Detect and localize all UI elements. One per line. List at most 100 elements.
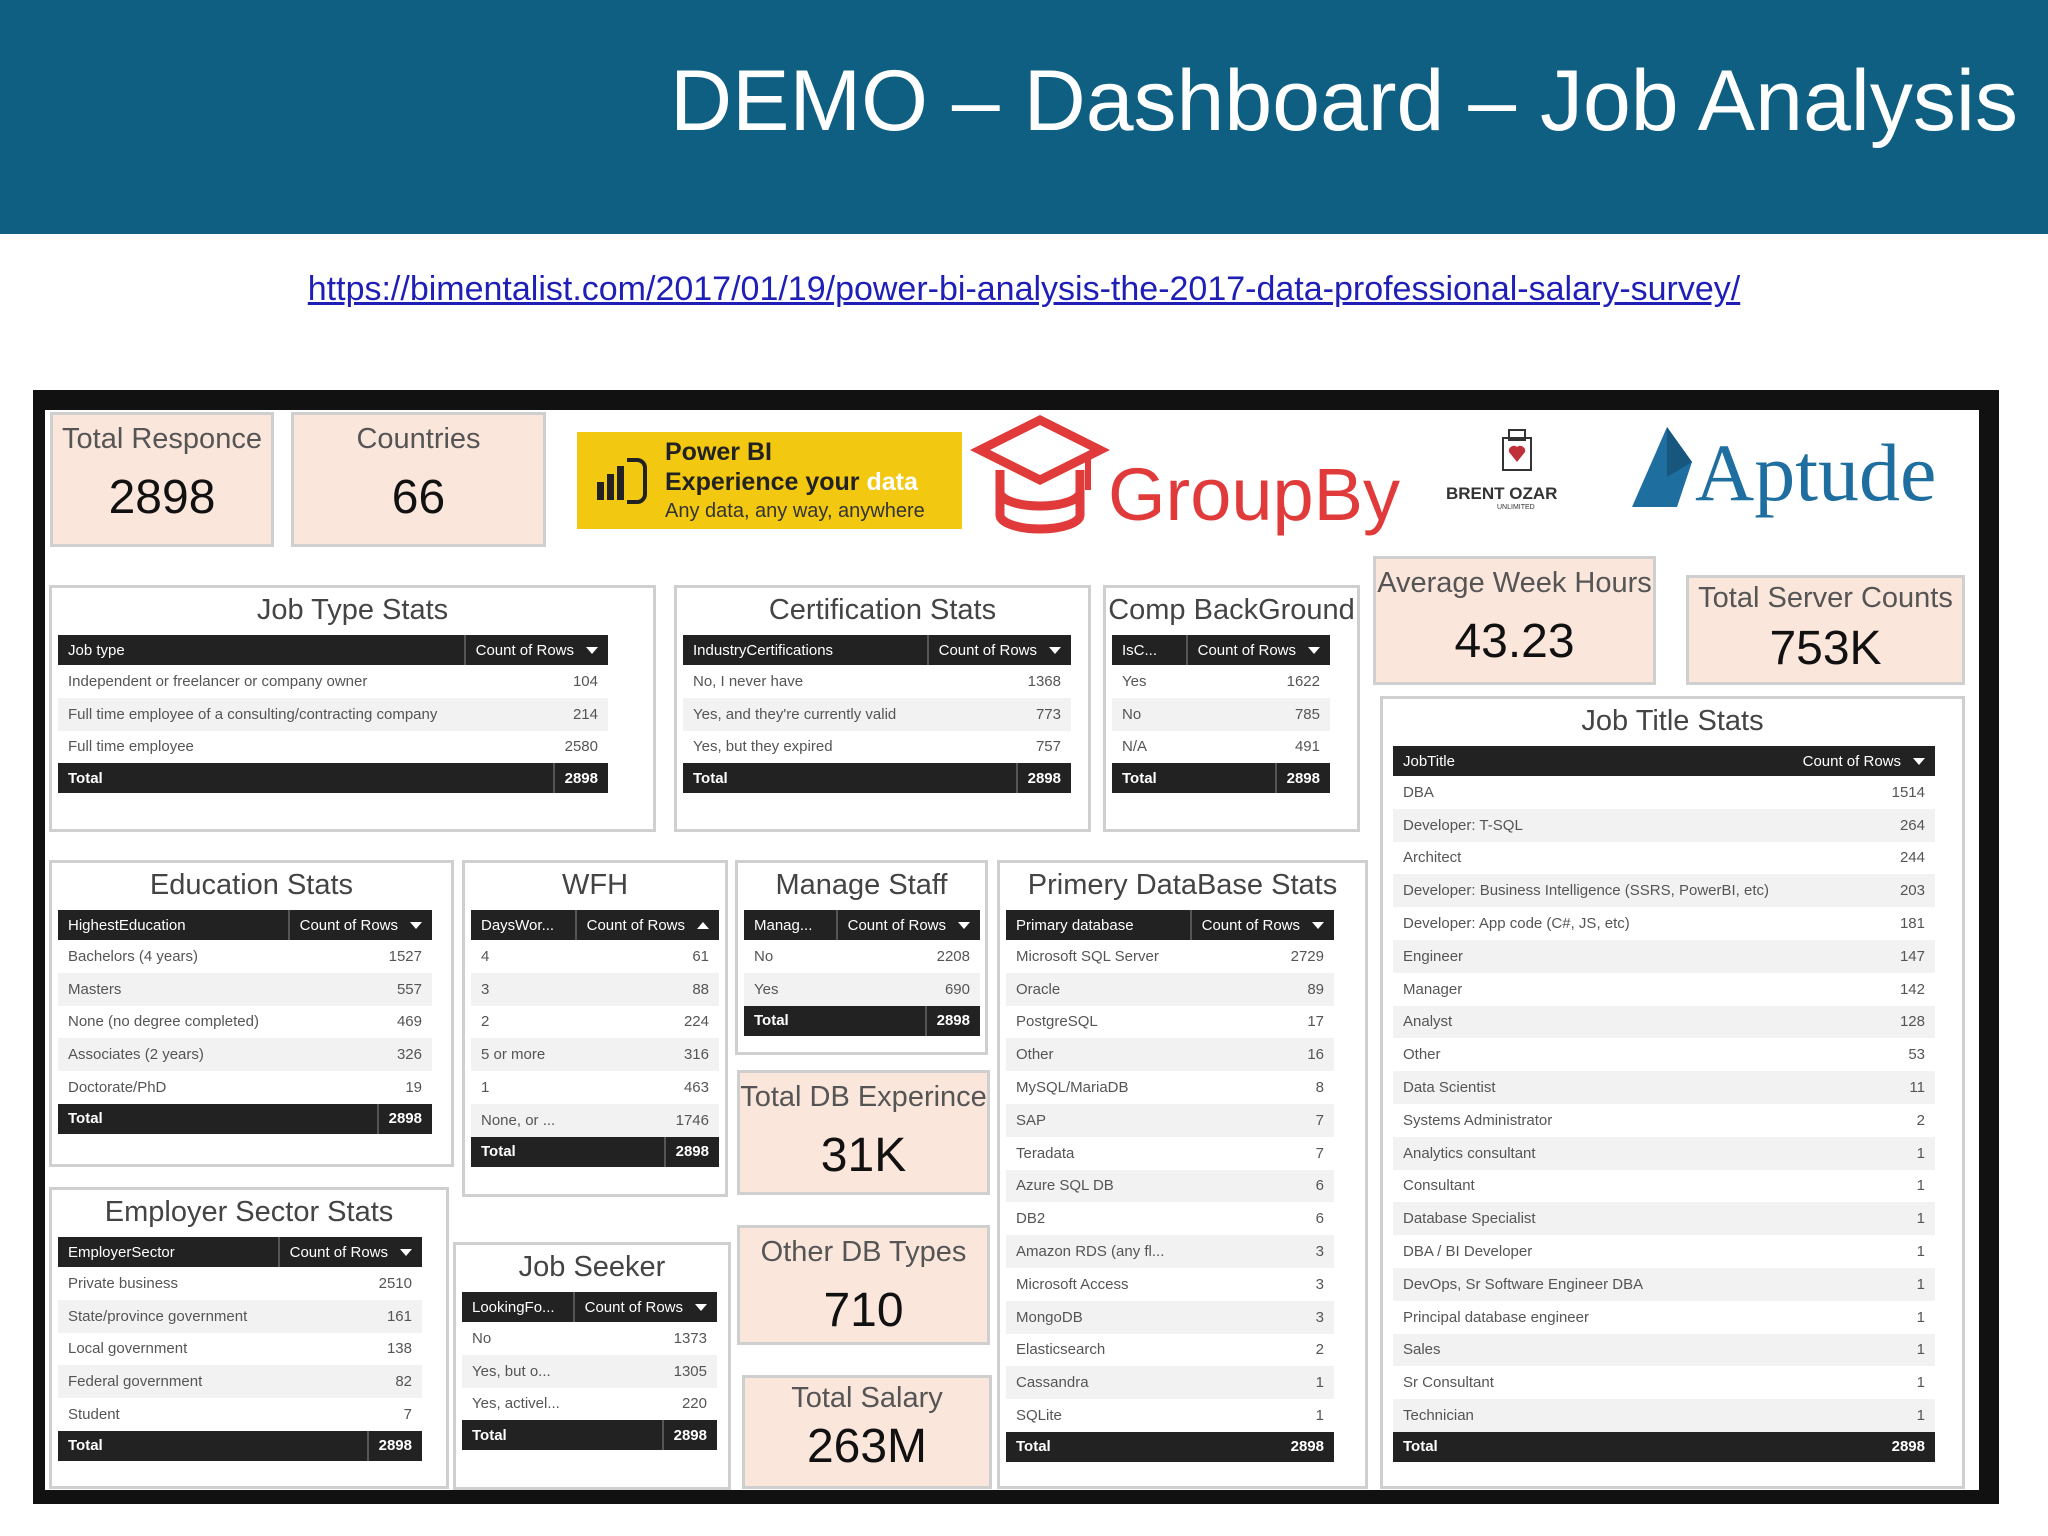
row-label: Yes, activel... bbox=[472, 1395, 560, 1413]
row-count: 326 bbox=[396, 1046, 422, 1064]
table-row[interactable]: Full time employee of a consulting/contr… bbox=[58, 697, 608, 731]
column-header-sort[interactable]: Count of Rows bbox=[277, 1237, 412, 1267]
table-row[interactable]: 1 463 bbox=[471, 1071, 719, 1104]
table-row[interactable]: Private business 2510 bbox=[58, 1267, 422, 1300]
table-row[interactable]: Microsoft Access 3 bbox=[1006, 1268, 1334, 1301]
table-row[interactable]: Microsoft SQL Server 2729 bbox=[1006, 940, 1334, 973]
table-row[interactable]: MongoDB 3 bbox=[1006, 1300, 1334, 1334]
table-row[interactable]: Yes, and they're currently valid 773 bbox=[683, 697, 1071, 731]
brent-ozar-sub: UNLIMITED bbox=[1497, 504, 1535, 511]
table-row[interactable]: Sales 1 bbox=[1393, 1333, 1935, 1367]
slide-header: DEMO – Dashboard – Job Analysis bbox=[0, 0, 2048, 234]
row-count: 1373 bbox=[673, 1329, 707, 1347]
table-row[interactable]: No, I never have 1368 bbox=[683, 665, 1071, 698]
row-count: 3 bbox=[1315, 1243, 1324, 1261]
table-row[interactable]: Database Specialist 1 bbox=[1393, 1202, 1935, 1236]
wfh-table: DaysWor... Count of Rows 4 61 3 88 2 224 5 or m… bbox=[471, 910, 719, 1167]
table-row[interactable]: SQLite 1 bbox=[1006, 1399, 1334, 1432]
table-row[interactable]: Masters 557 bbox=[58, 972, 432, 1006]
table-row[interactable]: SAP 7 bbox=[1006, 1103, 1334, 1137]
table-row[interactable]: Teradata 7 bbox=[1006, 1137, 1334, 1170]
column-header[interactable]: Job type bbox=[68, 642, 125, 659]
table-row[interactable]: Yes 1622 bbox=[1112, 665, 1330, 698]
column-header[interactable]: IndustryCertifications bbox=[693, 642, 833, 659]
table-row[interactable]: None (no degree completed) 469 bbox=[58, 1006, 432, 1039]
column-header-sort[interactable]: Count of Rows bbox=[835, 910, 970, 940]
table-row[interactable]: DBA / BI Developer 1 bbox=[1393, 1235, 1935, 1268]
table-row[interactable]: Engineer 147 bbox=[1393, 939, 1935, 973]
table-row[interactable]: Manager 142 bbox=[1393, 973, 1935, 1006]
table-row[interactable]: Federal government 82 bbox=[58, 1365, 422, 1399]
table-row[interactable]: 4 61 bbox=[471, 940, 719, 973]
table-row[interactable]: Consultant 1 bbox=[1393, 1170, 1935, 1203]
table-row[interactable]: Other 16 bbox=[1006, 1038, 1334, 1072]
column-header-sort[interactable]: Count of Rows bbox=[926, 635, 1061, 665]
column-header[interactable]: LookingFo... bbox=[472, 1299, 555, 1316]
table-row[interactable]: Yes, but they expired 757 bbox=[683, 731, 1071, 764]
column-header-sort[interactable]: Count of Rows bbox=[287, 910, 422, 940]
table-row[interactable]: Yes, but o... 1305 bbox=[462, 1354, 717, 1388]
table-row[interactable]: 2 224 bbox=[471, 1006, 719, 1039]
column-header-sort[interactable]: Count of Rows bbox=[572, 1292, 707, 1322]
kpi-label: Countries bbox=[356, 423, 481, 455]
column-header-sort[interactable]: Count of Rows bbox=[1793, 746, 1925, 776]
table-row[interactable]: Amazon RDS (any fl... 3 bbox=[1006, 1235, 1334, 1268]
source-link[interactable]: https://bimentalist.com/2017/01/19/power… bbox=[0, 270, 2048, 309]
table-row[interactable]: MySQL/MariaDB 8 bbox=[1006, 1071, 1334, 1104]
table-row[interactable]: Elasticsearch 2 bbox=[1006, 1334, 1334, 1367]
table-row[interactable]: Other 53 bbox=[1393, 1038, 1935, 1071]
column-header[interactable]: JobTitle bbox=[1403, 753, 1455, 770]
table-row[interactable]: Yes 690 bbox=[744, 972, 980, 1006]
table-row[interactable]: Systems Administrator 2 bbox=[1393, 1104, 1935, 1137]
table-row[interactable]: N/A 491 bbox=[1112, 731, 1330, 764]
column-header[interactable]: Manag... bbox=[754, 917, 812, 934]
column-header[interactable]: DaysWor... bbox=[481, 917, 554, 934]
table-row[interactable]: DB2 6 bbox=[1006, 1202, 1334, 1235]
table-row[interactable]: Yes, activel... 220 bbox=[462, 1388, 717, 1421]
table-row[interactable]: Independent or freelancer or company own… bbox=[58, 665, 608, 698]
table-row[interactable]: Sr Consultant 1 bbox=[1393, 1366, 1935, 1399]
table-row[interactable]: Bachelors (4 years) 1527 bbox=[58, 940, 432, 973]
column-header[interactable]: IsC... bbox=[1122, 642, 1157, 659]
table-row[interactable]: Local government 138 bbox=[58, 1333, 422, 1366]
panel-title: Job Seeker bbox=[518, 1251, 666, 1283]
table-row[interactable]: Developer: App code (C#, JS, etc) 181 bbox=[1393, 907, 1935, 940]
table-row[interactable]: Architect 244 bbox=[1393, 842, 1935, 875]
column-header-sort[interactable]: Count of Rows bbox=[463, 635, 598, 665]
table-row[interactable]: Analyst 128 bbox=[1393, 1005, 1935, 1039]
column-header[interactable]: Primary database bbox=[1016, 917, 1134, 934]
table-row[interactable]: Data Scientist 11 bbox=[1393, 1071, 1935, 1104]
table-row[interactable]: 3 88 bbox=[471, 972, 719, 1006]
table-row[interactable]: None, or ... 1746 bbox=[471, 1103, 719, 1137]
column-header[interactable]: HighestEducation bbox=[68, 917, 186, 934]
table-row[interactable]: Oracle 89 bbox=[1006, 972, 1334, 1006]
column-header[interactable]: EmployerSector bbox=[68, 1244, 175, 1261]
row-label: Sales bbox=[1403, 1341, 1441, 1359]
panel-title: Certification Stats bbox=[768, 594, 997, 626]
table-row[interactable]: Full time employee 2580 bbox=[58, 731, 608, 764]
table-row[interactable]: State/province government 161 bbox=[58, 1299, 422, 1333]
table-row[interactable]: Developer: Business Intelligence (SSRS, … bbox=[1393, 874, 1935, 908]
table-row[interactable]: 5 or more 316 bbox=[471, 1038, 719, 1072]
table-row[interactable]: Associates (2 years) 326 bbox=[58, 1038, 432, 1072]
row-label: SQLite bbox=[1016, 1407, 1062, 1425]
table-row[interactable]: No 785 bbox=[1112, 697, 1330, 731]
table-row[interactable]: DevOps, Sr Software Engineer DBA 1 bbox=[1393, 1267, 1935, 1301]
table-row[interactable]: No 1373 bbox=[462, 1322, 717, 1355]
table-row[interactable]: Cassandra 1 bbox=[1006, 1366, 1334, 1400]
table-row[interactable]: Analytics consultant 1 bbox=[1393, 1136, 1935, 1170]
table-row[interactable]: Student 7 bbox=[58, 1398, 422, 1431]
sort-desc-icon bbox=[1049, 646, 1061, 654]
table-row[interactable]: Doctorate/PhD 19 bbox=[58, 1071, 432, 1104]
row-count: 757 bbox=[1035, 738, 1061, 756]
table-row[interactable]: Azure SQL DB 6 bbox=[1006, 1169, 1334, 1203]
table-row[interactable]: PostgreSQL 17 bbox=[1006, 1006, 1334, 1039]
column-header-sort[interactable]: Count of Rows bbox=[1189, 910, 1324, 940]
table-row[interactable]: No 2208 bbox=[744, 940, 980, 973]
table-row[interactable]: Developer: T-SQL 264 bbox=[1393, 808, 1935, 842]
column-header-sort[interactable]: Count of Rows bbox=[574, 910, 709, 940]
column-header-sort[interactable]: Count of Rows bbox=[1185, 635, 1320, 665]
table-row[interactable]: Technician 1 bbox=[1393, 1399, 1935, 1432]
table-row[interactable]: Principal database engineer 1 bbox=[1393, 1301, 1935, 1334]
table-row[interactable]: DBA 1514 bbox=[1393, 776, 1935, 809]
